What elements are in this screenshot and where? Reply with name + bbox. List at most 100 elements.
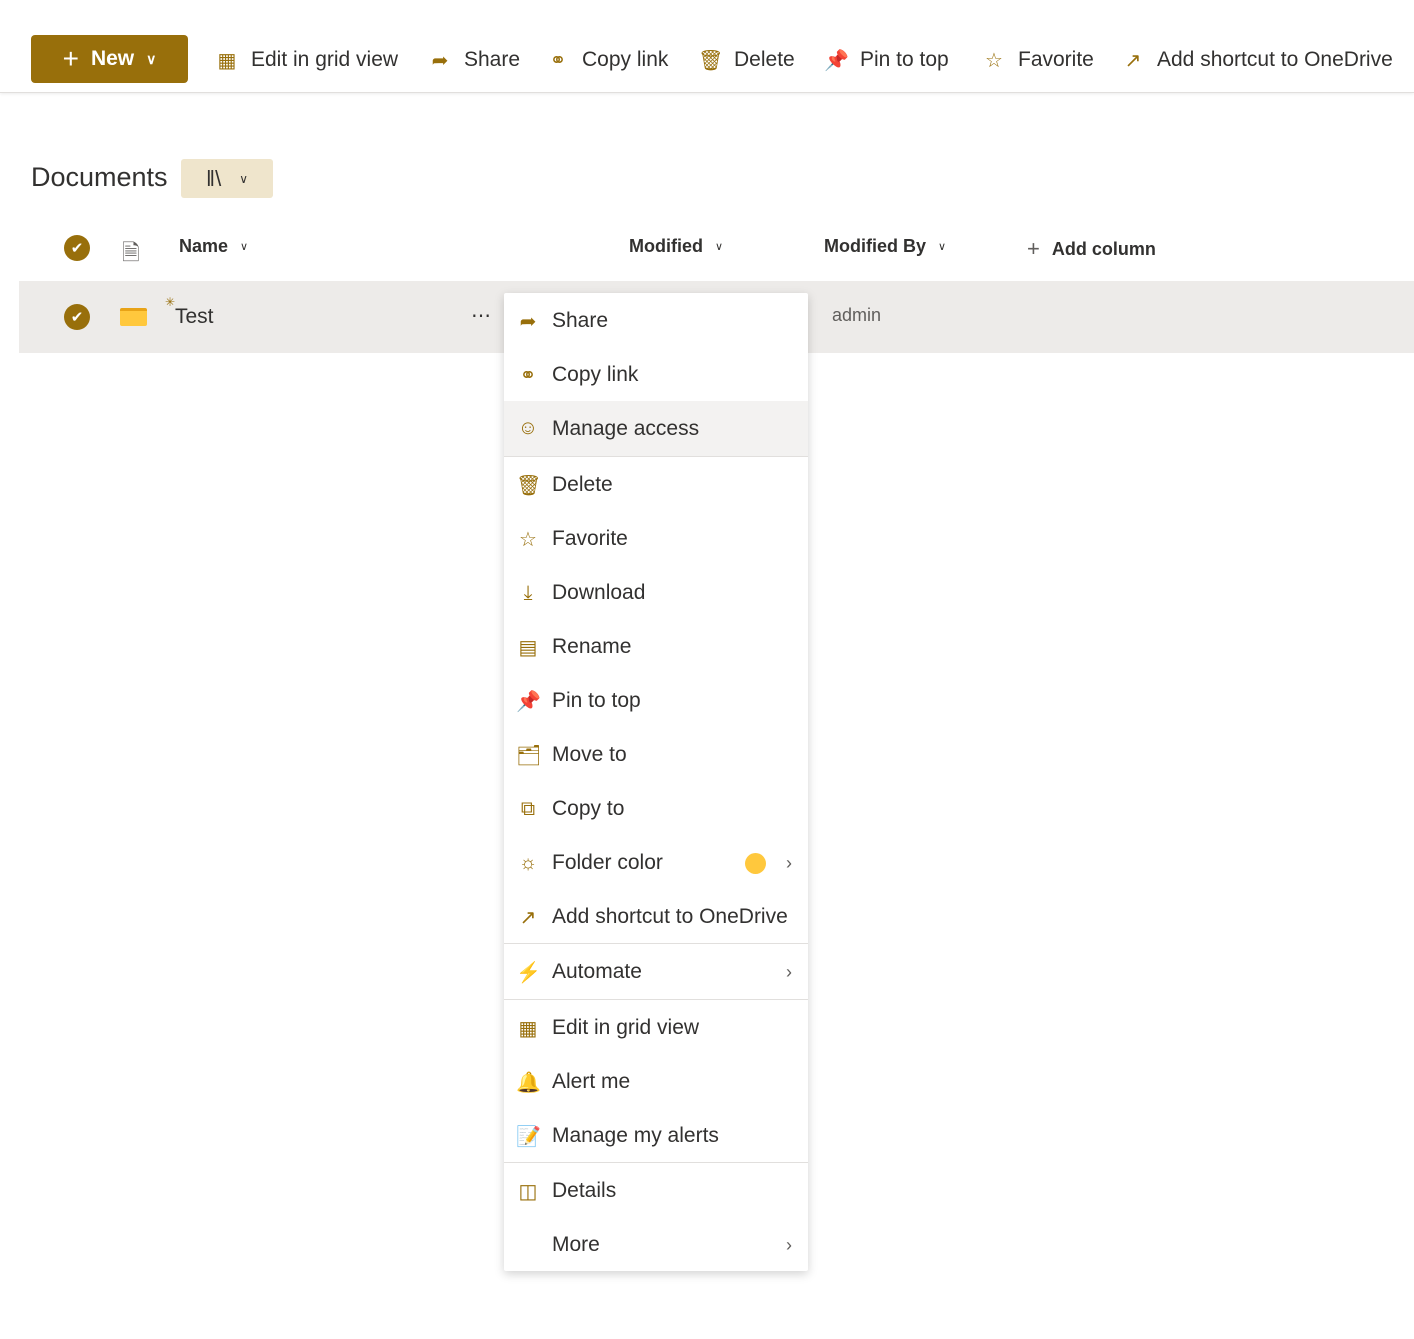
menu-item-manage-alerts[interactable]: 📝 Manage my alerts: [504, 1109, 808, 1163]
menu-item-details[interactable]: ◫ Details: [504, 1164, 808, 1218]
favorite-label: Favorite: [1018, 48, 1094, 71]
menu-label: Download: [552, 581, 646, 604]
menu-item-edit-grid[interactable]: ▦ Edit in grid view: [504, 1001, 808, 1055]
menu-label: Manage my alerts: [552, 1124, 719, 1147]
column-header-name[interactable]: Name ∨: [179, 236, 248, 257]
name-header-label: Name: [179, 236, 229, 256]
share-icon: ➦: [519, 310, 537, 333]
shortcut-label: Add shortcut to OneDrive: [1157, 48, 1393, 71]
shortcut-icon: ↗: [519, 906, 537, 929]
details-icon: ◫: [518, 1180, 538, 1203]
chevron-right-icon: ›: [786, 852, 792, 873]
menu-label: Add shortcut to OneDrive: [552, 905, 788, 928]
alerts-icon: 📝: [516, 1125, 541, 1148]
menu-item-copy-link[interactable]: ⚭ Copy link: [504, 348, 808, 402]
modified-header-label: Modified: [629, 236, 703, 256]
menu-item-move-to[interactable]: 🗂 Move to: [504, 728, 808, 782]
divider: [504, 1162, 808, 1163]
modified-by-value: admin: [832, 305, 882, 325]
rename-icon: ▤: [518, 636, 538, 659]
menu-item-favorite[interactable]: ☆ Favorite: [504, 512, 808, 566]
menu-label: Rename: [552, 635, 632, 658]
menu-label: Delete: [552, 473, 613, 496]
trash-icon: 🗑: [698, 49, 724, 72]
chevron-right-icon: ›: [786, 1234, 792, 1255]
star-icon: ☆: [985, 49, 1003, 72]
menu-item-add-shortcut[interactable]: ↗ Add shortcut to OneDrive: [504, 890, 808, 944]
trash-icon: 🗑: [516, 474, 542, 497]
menu-item-delete[interactable]: 🗑 Delete: [504, 458, 808, 512]
file-name-link[interactable]: Test: [175, 305, 214, 329]
delete-button[interactable]: 🗑 Delete: [698, 44, 795, 76]
download-icon: ⤓: [523, 581, 533, 604]
menu-label: Favorite: [552, 527, 628, 550]
menu-item-more[interactable]: More ›: [504, 1218, 808, 1272]
pin-button[interactable]: 📌 Pin to top: [824, 44, 949, 76]
chevron-right-icon: ›: [786, 961, 792, 982]
add-column-button[interactable]: + Add column: [1027, 236, 1156, 262]
edit-grid-label: Edit in grid view: [251, 48, 399, 71]
share-icon: ➦: [431, 49, 449, 72]
menu-label: Folder color: [552, 851, 663, 874]
row-checkbox[interactable]: ✔: [64, 304, 90, 330]
star-icon: ☆: [519, 528, 537, 551]
automate-icon: ⚡: [516, 961, 541, 984]
menu-label: Share: [552, 309, 609, 332]
menu-label: More: [552, 1233, 600, 1256]
grid-icon: ▦: [518, 1017, 538, 1040]
grid-icon: ▦: [217, 49, 237, 72]
chevron-down-icon: ∨: [146, 50, 157, 67]
chevron-down-icon: ∨: [240, 241, 249, 253]
menu-label: Automate: [552, 960, 642, 983]
new-label: New: [90, 47, 135, 70]
new-button[interactable]: + New ∨: [31, 35, 188, 83]
chevron-down-icon: ∨: [715, 241, 724, 253]
copy-link-label: Copy link: [582, 48, 669, 71]
copy-link-button[interactable]: ⚭ Copy link: [546, 44, 669, 76]
menu-label: Alert me: [552, 1070, 631, 1093]
menu-item-pin[interactable]: 📌 Pin to top: [504, 674, 808, 728]
chevron-down-icon: ∨: [239, 171, 248, 186]
add-column-label: Add column: [1051, 238, 1156, 259]
favorite-button[interactable]: ☆ Favorite: [982, 44, 1094, 76]
share-button[interactable]: ➦ Share: [428, 44, 520, 76]
delete-label: Delete: [734, 48, 795, 71]
column-header-modified[interactable]: Modified ∨: [629, 236, 723, 257]
select-all-checkbox[interactable]: ✔: [64, 235, 90, 261]
divider: [504, 943, 808, 944]
menu-item-alert-me[interactable]: 🔔 Alert me: [504, 1055, 808, 1109]
menu-item-folder-color[interactable]: ☼ Folder color ›: [504, 836, 808, 890]
more-actions-icon[interactable]: ⋯: [471, 303, 491, 328]
command-bar: + New ∨ ▦ Edit in grid view ➦ Share ⚭ Copy li…: [0, 0, 1414, 93]
move-icon: 🗂: [516, 744, 542, 767]
plus-icon: +: [1027, 236, 1040, 261]
divider: [504, 456, 808, 457]
menu-item-automate[interactable]: ⚡ Automate ›: [504, 945, 808, 999]
bell-icon: 🔔: [516, 1071, 541, 1094]
folder-icon: [120, 308, 147, 326]
menu-item-download[interactable]: ⤓ Download: [504, 566, 808, 620]
page-title: Documents: [31, 162, 168, 192]
link-icon: ⚭: [519, 364, 537, 387]
palette-icon: ☼: [518, 851, 538, 874]
view-switcher[interactable]: ‖\ ∨: [181, 159, 273, 198]
plus-icon: +: [62, 43, 79, 74]
menu-label: Copy to: [552, 797, 625, 820]
pin-label: Pin to top: [860, 48, 949, 71]
menu-item-share[interactable]: ➦ Share: [504, 294, 808, 348]
pin-icon: 📌: [824, 49, 849, 72]
copy-icon: ⧉: [520, 797, 536, 820]
shortcut-icon: ↗: [1124, 49, 1142, 72]
link-icon: ⚭: [549, 49, 567, 72]
modified-by-header-label: Modified By: [824, 236, 926, 256]
menu-item-rename[interactable]: ▤ Rename: [504, 620, 808, 674]
menu-label: Move to: [552, 743, 627, 766]
shortcut-button[interactable]: ↗ Add shortcut to OneDrive: [1121, 44, 1393, 76]
menu-item-copy-to[interactable]: ⧉ Copy to: [504, 782, 808, 836]
library-icon: ‖\: [206, 165, 222, 191]
column-header-modified-by[interactable]: Modified By ∨: [824, 236, 946, 257]
edit-grid-button[interactable]: ▦ Edit in grid view: [215, 44, 399, 76]
folder-color-swatch: [745, 852, 766, 874]
menu-item-manage-access[interactable]: ☺ Manage access: [504, 401, 808, 456]
pin-icon: 📌: [516, 690, 541, 713]
